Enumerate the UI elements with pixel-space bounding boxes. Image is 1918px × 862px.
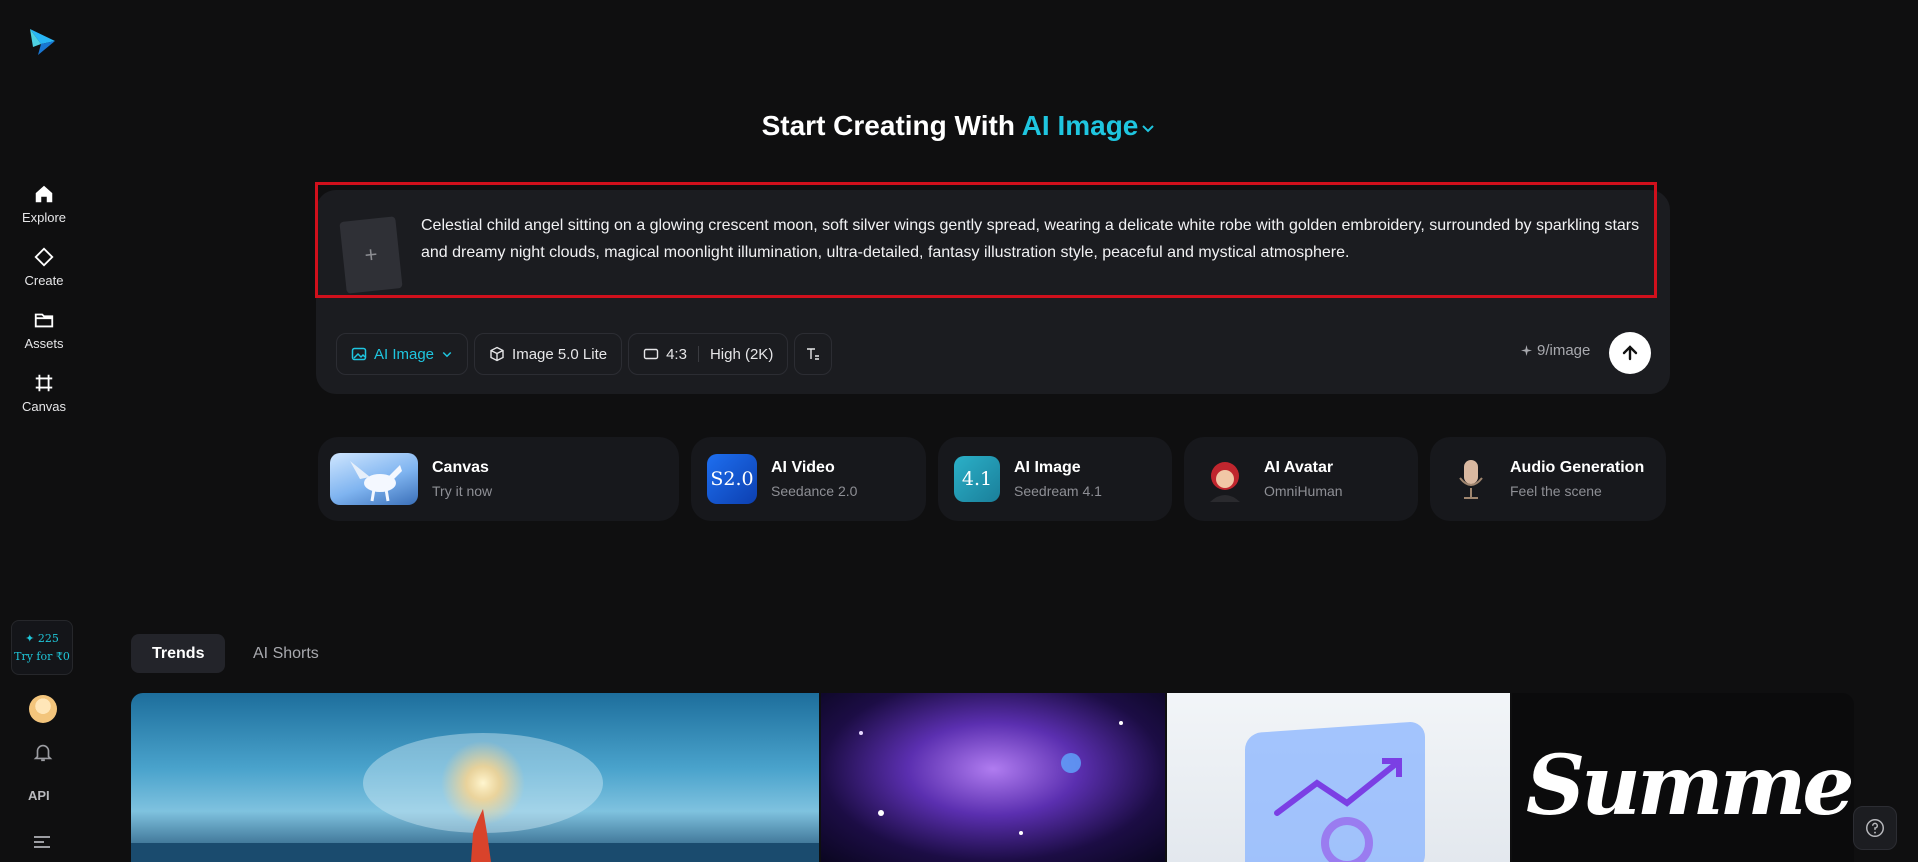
sidebar-item-canvas[interactable]: Canvas	[0, 367, 88, 419]
sidebar-item-explore[interactable]: Explore	[0, 178, 88, 230]
gallery-tile[interactable]	[821, 693, 1165, 862]
ratio-quality-button[interactable]: 4:3 High (2K)	[628, 333, 789, 375]
chevron-down-icon	[442, 351, 452, 358]
feature-title: Canvas	[432, 459, 489, 476]
feature-card-ai-video[interactable]: S2.0 AI Video Seedance 2.0	[691, 437, 926, 521]
paper-plane-logo-icon[interactable]	[27, 27, 57, 57]
mode-selector-label: AI Image	[374, 345, 435, 363]
text-format-icon	[807, 348, 820, 360]
credits-amount: ✦ 225	[25, 631, 59, 645]
question-icon	[1866, 819, 1884, 837]
ai-video-thumbnail: S2.0	[707, 454, 757, 504]
feature-card-audio-generation[interactable]: Audio Generation Feel the scene	[1430, 437, 1666, 521]
cost-label: 9/image	[1537, 342, 1591, 359]
home-icon	[35, 185, 53, 203]
add-reference-button[interactable]: +	[339, 216, 403, 294]
text-style-button[interactable]	[794, 333, 833, 375]
feature-subtitle: Try it now	[432, 483, 493, 499]
send-button[interactable]	[1609, 332, 1651, 374]
avatar[interactable]	[29, 695, 57, 723]
sparkle-icon	[1521, 345, 1532, 356]
gallery-image-chart-3d	[1245, 722, 1425, 862]
model-selector-label: Image 5.0 Lite	[512, 345, 608, 363]
microphone-icon	[1459, 460, 1483, 499]
menu-icon[interactable]	[33, 835, 51, 849]
gallery-image-galaxy	[859, 721, 1123, 835]
credits-badge[interactable]: ✦ 225 Try for ₹0	[11, 620, 73, 675]
pegasus-icon	[350, 461, 402, 502]
gallery-tile[interactable]	[131, 693, 819, 862]
chevron-down-icon	[1142, 124, 1155, 133]
sidebar-item-label: Assets	[24, 336, 64, 351]
feature-title: AI Image	[1014, 459, 1081, 476]
quality-label: High (2K)	[709, 345, 774, 363]
sidebar-item-create[interactable]: Create	[0, 241, 88, 293]
sidebar-item-assets[interactable]: Assets	[0, 304, 88, 356]
divider	[697, 346, 699, 362]
feature-card-canvas[interactable]: Canvas Try it now	[318, 437, 679, 521]
ai-image-thumbnail: 4.1	[954, 456, 1000, 502]
cost-indicator: 9/image	[1521, 342, 1590, 359]
gallery-tile-title: Summer	[1526, 738, 1854, 834]
feature-title: Audio Generation	[1510, 459, 1645, 476]
folder-icon	[34, 313, 54, 328]
prompt-toolbar: AI Image Image 5.0 Lite 4:3 High (2K)	[336, 333, 833, 375]
sidebar-item-label: Explore	[21, 210, 67, 225]
arrow-up-icon	[1622, 345, 1638, 361]
tab-ai-shorts[interactable]: AI Shorts	[232, 634, 340, 673]
feature-title: AI Avatar	[1264, 459, 1334, 476]
feature-subtitle: OmniHuman	[1264, 483, 1343, 499]
credits-offer: Try for ₹0	[14, 649, 70, 663]
ai-avatar-thumbnail	[1200, 454, 1250, 504]
avatar-character-icon	[1210, 462, 1240, 502]
feature-card-ai-image[interactable]: 4.1 AI Image Seedream 4.1	[938, 437, 1172, 521]
aspect-ratio-icon	[643, 348, 659, 360]
feature-subtitle: Seedream 4.1	[1014, 483, 1102, 499]
cube-icon	[490, 346, 504, 362]
mode-dropdown-label: AI Image	[1021, 110, 1139, 141]
sidebar-item-label: Create	[24, 273, 64, 288]
sidebar-item-label: Canvas	[21, 399, 67, 414]
mode-selector-button[interactable]: AI Image	[336, 333, 469, 375]
tab-trends[interactable]: Trends	[131, 634, 226, 673]
audio-thumbnail	[1446, 454, 1496, 504]
ratio-label: 4:3	[666, 345, 687, 363]
page-title: Start Creating With AI Image	[0, 110, 1918, 142]
gallery-image-figure-light	[131, 733, 819, 862]
feature-title: AI Video	[771, 459, 835, 476]
image-icon	[351, 347, 367, 361]
frame-icon	[35, 374, 53, 392]
feature-subtitle: Seedance 2.0	[771, 483, 858, 499]
gallery-tile[interactable]	[1167, 693, 1510, 862]
ai-image-badge: 4.1	[961, 468, 993, 490]
canvas-thumbnail	[330, 453, 418, 505]
gallery-tile[interactable]: Summer	[1512, 693, 1854, 862]
help-button[interactable]	[1853, 806, 1897, 850]
api-link[interactable]: API	[28, 788, 50, 803]
mode-dropdown[interactable]: AI Image	[1022, 110, 1157, 141]
bell-icon[interactable]	[32, 741, 54, 763]
feature-card-ai-avatar[interactable]: AI Avatar OmniHuman	[1184, 437, 1418, 521]
prompt-input[interactable]: Celestial child angel sitting on a glowi…	[421, 212, 1651, 266]
diamond-icon	[34, 247, 54, 267]
feature-subtitle: Feel the scene	[1510, 483, 1602, 499]
model-selector-button[interactable]: Image 5.0 Lite	[474, 333, 623, 375]
headline-prefix: Start Creating With	[761, 110, 1015, 141]
ai-video-badge: S2.0	[710, 468, 754, 490]
